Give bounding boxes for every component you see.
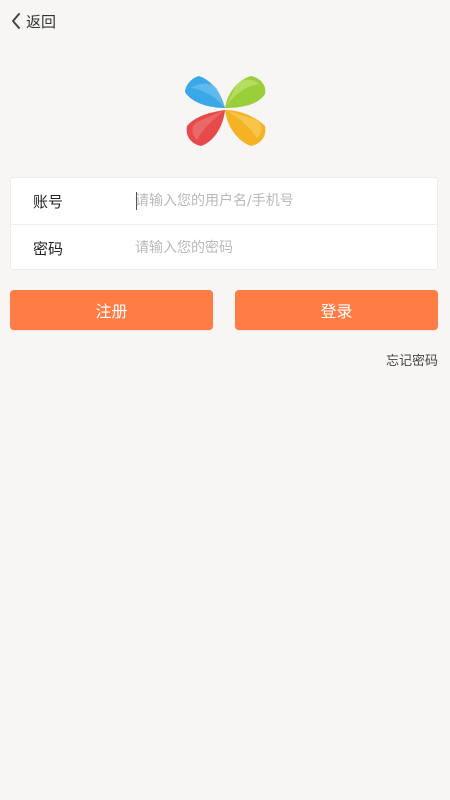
back-button[interactable]: 返回 <box>10 9 56 33</box>
password-row: 密码 <box>11 225 437 271</box>
login-form: 账号 密码 <box>10 177 438 270</box>
forgot-password-link[interactable]: 忘记密码 <box>386 350 438 369</box>
account-row: 账号 <box>11 178 437 224</box>
back-label: 返回 <box>26 12 57 31</box>
top-bar: 返回 <box>0 0 450 42</box>
password-input[interactable] <box>135 233 425 263</box>
chevron-left-icon <box>10 12 22 30</box>
login-button[interactable]: 登录 <box>235 290 438 330</box>
register-button[interactable]: 注册 <box>10 290 213 330</box>
text-cursor <box>136 192 137 210</box>
password-label: 密码 <box>33 239 64 258</box>
account-input[interactable] <box>135 186 425 216</box>
app-logo <box>181 72 269 148</box>
pinwheel-logo-icon <box>185 76 266 146</box>
account-label: 账号 <box>33 192 64 211</box>
